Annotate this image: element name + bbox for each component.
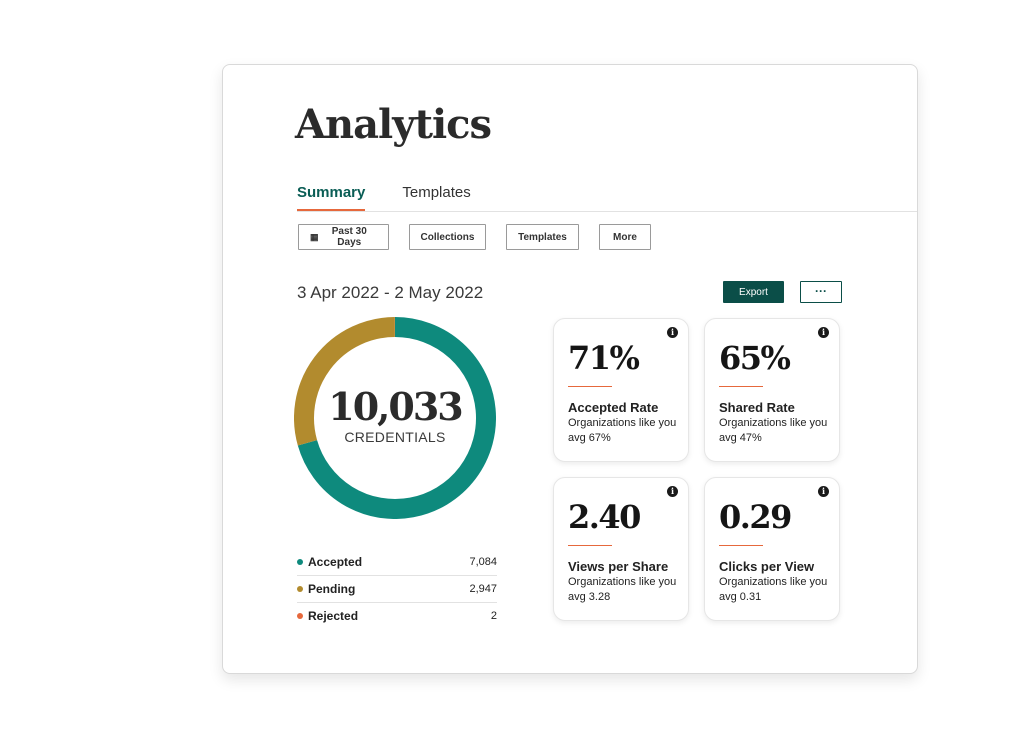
- metric-divider: [568, 386, 612, 387]
- metric-divider: [719, 545, 763, 546]
- tab-summary[interactable]: Summary: [297, 184, 366, 211]
- metric-note: Organizations like you avg 67%: [568, 417, 677, 444]
- legend-row-pending: Pending 2,947: [297, 576, 497, 603]
- date-filter-button[interactable]: ▦ Past 30 Days: [298, 224, 389, 250]
- metric-note: Organizations like you avg 0.31: [719, 576, 828, 603]
- legend-value: 2: [490, 610, 497, 622]
- analytics-card: Analytics Summary Templates ▦ Past 30 Da…: [222, 64, 918, 674]
- metric-label: Shared Rate: [719, 400, 795, 415]
- metric-label: Clicks per View: [719, 559, 815, 574]
- pending-dot-icon: [297, 586, 303, 592]
- legend-label: Pending: [308, 582, 356, 596]
- metric-value: 65%: [719, 339, 791, 377]
- metric-divider: [719, 386, 763, 387]
- more-filter-button[interactable]: More: [599, 224, 651, 250]
- page-title: Analytics: [295, 101, 492, 148]
- metric-card-shared-rate: i 65% Shared Rate Organizations like you…: [704, 318, 840, 462]
- info-icon[interactable]: i: [667, 486, 678, 497]
- donut-legend: Accepted 7,084 Pending 2,947 Rejected 2: [297, 549, 497, 629]
- legend-row-rejected: Rejected 2: [297, 603, 497, 629]
- legend-value: 7,084: [469, 556, 497, 568]
- metric-label: Views per Share: [568, 559, 669, 574]
- metric-label: Accepted Rate: [568, 400, 659, 415]
- metric-card-views-per-share: i 2.40 Views per Share Organizations lik…: [553, 477, 689, 621]
- metric-note: Organizations like you avg 3.28: [568, 576, 677, 603]
- metric-divider: [568, 545, 612, 546]
- metric-value: 0.29: [719, 498, 792, 536]
- legend-label: Accepted: [308, 555, 363, 569]
- tab-bar: Summary Templates: [297, 184, 471, 211]
- donut-caption: CREDENTIALS: [344, 429, 446, 445]
- legend-row-accepted: Accepted 7,084: [297, 549, 497, 576]
- filter-bar: ▦ Past 30 Days Collections Templates Mor…: [298, 224, 651, 250]
- info-icon[interactable]: i: [667, 327, 678, 338]
- metric-card-accepted-rate: i 71% Accepted Rate Organizations like y…: [553, 318, 689, 462]
- tabs-divider: [297, 211, 917, 212]
- donut-total: 10,033: [328, 384, 463, 429]
- legend-label: Rejected: [308, 609, 359, 623]
- accepted-dot-icon: [297, 559, 303, 565]
- overflow-menu-button[interactable]: ···: [800, 281, 842, 303]
- templates-filter-button[interactable]: Templates: [506, 224, 579, 250]
- date-range: 3 Apr 2022 - 2 May 2022: [297, 283, 484, 302]
- metric-card-clicks-per-view: i 0.29 Clicks per View Organizations lik…: [704, 477, 840, 621]
- legend-value: 2,947: [469, 583, 497, 595]
- rejected-dot-icon: [297, 613, 303, 619]
- collections-filter-button[interactable]: Collections: [409, 224, 486, 250]
- date-filter-label: Past 30 Days: [331, 226, 367, 248]
- tab-templates[interactable]: Templates: [402, 184, 470, 211]
- calendar-icon: ▦: [310, 231, 319, 242]
- donut-center: 10,033 CREDENTIALS: [294, 317, 496, 519]
- metric-value: 2.40: [568, 498, 641, 536]
- export-button[interactable]: Export: [723, 281, 784, 303]
- metric-note: Organizations like you avg 47%: [719, 417, 828, 444]
- info-icon[interactable]: i: [818, 486, 829, 497]
- info-icon[interactable]: i: [818, 327, 829, 338]
- metric-value: 71%: [568, 339, 640, 377]
